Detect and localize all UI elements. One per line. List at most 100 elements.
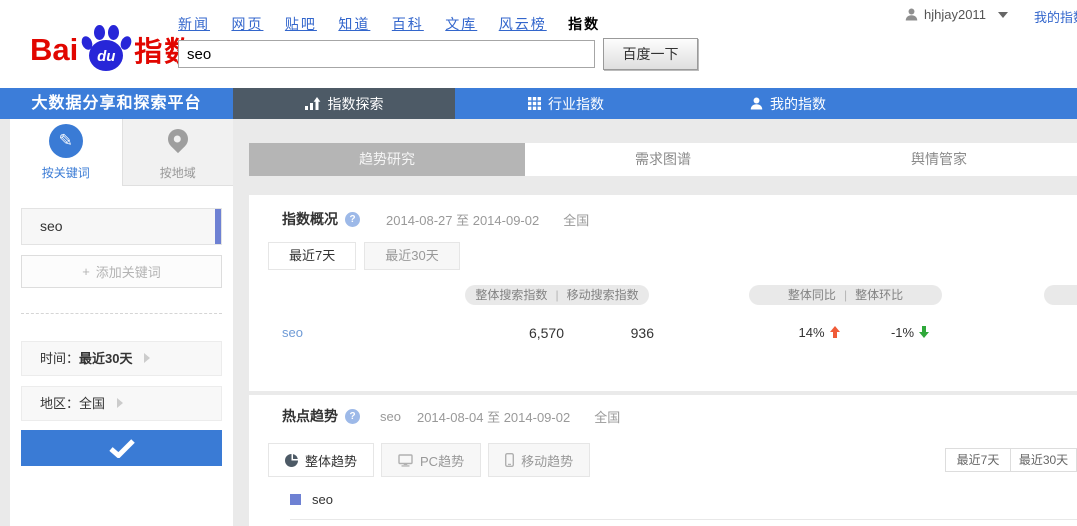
dashed-divider bbox=[21, 313, 222, 314]
legend-color-swatch bbox=[290, 494, 301, 505]
metric-group-comparison: 整体同比|整体环比 bbox=[749, 285, 942, 305]
map-pin-icon bbox=[161, 124, 195, 158]
pencil-icon: ✎ bbox=[49, 124, 83, 158]
trend-range-last30days[interactable]: 最近30天 bbox=[1011, 448, 1077, 472]
mobile-phone-icon bbox=[505, 453, 514, 467]
monitor-icon bbox=[398, 454, 413, 467]
tab-trend-research[interactable]: 趋势研究 bbox=[249, 143, 525, 176]
grid-icon bbox=[528, 97, 541, 110]
overview-data-row: seo 6,570 936 14% -1% bbox=[249, 318, 1077, 348]
add-keyword-button[interactable]: + 添加关键词 bbox=[21, 255, 222, 288]
navbar-tab-label: 我的指数 bbox=[770, 94, 826, 114]
nav-link-zhidao[interactable]: 知道 bbox=[338, 16, 370, 32]
range-tab-last30days[interactable]: 最近30天 bbox=[364, 242, 459, 270]
logo-du-text: du bbox=[89, 48, 123, 65]
trend-view-tabs: 整体趋势 PC趋势 移动趋势 bbox=[268, 443, 597, 477]
navbar-tab-label: 行业指数 bbox=[548, 94, 604, 114]
metric-label-yoy: 整体同比 bbox=[788, 288, 836, 302]
username[interactable]: hjhjay2011 bbox=[924, 7, 986, 22]
caret-right-icon bbox=[117, 398, 123, 408]
keyword-item[interactable]: seo bbox=[21, 208, 222, 245]
user-icon bbox=[905, 8, 918, 21]
yoy-value: 14% bbox=[774, 318, 864, 348]
chart-top-border bbox=[290, 519, 1077, 520]
range-tab-last7days[interactable]: 最近7天 bbox=[268, 242, 356, 270]
sidebar-tab-label: 按关键词 bbox=[42, 164, 90, 181]
trend-range-buttons: 最近7天 最近30天 bbox=[945, 448, 1077, 472]
time-filter-value: 最近30天 bbox=[79, 351, 132, 366]
keyword-label: seo bbox=[40, 218, 63, 234]
trend-date-range: 2014-08-04 至 2014-09-02 bbox=[417, 407, 570, 426]
trend-tab-label: 移动趋势 bbox=[521, 451, 573, 470]
metric-pill-partial bbox=[1044, 285, 1077, 305]
nav-link-wenku[interactable]: 文库 bbox=[445, 16, 477, 32]
keyword-series-color-bar bbox=[215, 209, 221, 244]
metric-group-search-index: 整体搜索指数|移动搜索指数 bbox=[465, 285, 649, 305]
overview-title: 指数概况 bbox=[282, 209, 338, 229]
pill-separator: | bbox=[836, 288, 855, 302]
navbar-tab-index-explore[interactable]: 指数探索 bbox=[233, 88, 455, 119]
primary-navbar: 大数据分享和探索平台 指数探索 行业指数 我的指数 bbox=[0, 88, 1077, 119]
navbar-tab-industry-index[interactable]: 行业指数 bbox=[455, 88, 677, 119]
legend-label: seo bbox=[312, 492, 333, 507]
overview-region: 全国 bbox=[563, 210, 589, 229]
plus-icon: + bbox=[82, 264, 90, 279]
overview-date-range: 2014-08-27 至 2014-09-02 bbox=[386, 210, 539, 229]
top-header: Bai du 指数 新闻 网页 贴吧 知道 百科 文库 风云榜 指数 百度一下 … bbox=[0, 0, 1077, 88]
tab-sentiment-manager[interactable]: 舆情管家 bbox=[801, 143, 1077, 176]
overall-search-index-value: 6,570 bbox=[429, 318, 564, 348]
chart-legend: seo bbox=[290, 492, 333, 507]
pie-chart-icon bbox=[285, 454, 298, 467]
overview-range-tabs: 最近7天 最近30天 bbox=[268, 242, 468, 270]
top-nav: 新闻 网页 贴吧 知道 百科 文库 风云榜 指数 bbox=[178, 14, 617, 34]
trend-title: 热点趋势 bbox=[282, 406, 338, 426]
up-arrow-icon bbox=[830, 326, 840, 338]
nav-link-news[interactable]: 新闻 bbox=[178, 16, 210, 32]
hot-trend-panel: 热点趋势 ? seo 2014-08-04 至 2014-09-02 全国 整体… bbox=[249, 395, 1077, 526]
tab-pc-trend[interactable]: PC趋势 bbox=[381, 443, 481, 477]
my-index-link[interactable]: 我的指数 bbox=[1034, 7, 1077, 26]
search-input[interactable] bbox=[178, 40, 595, 68]
metric-label-overall-search: 整体搜索指数 bbox=[475, 288, 547, 302]
help-icon[interactable]: ? bbox=[345, 409, 360, 424]
nav-link-web[interactable]: 网页 bbox=[231, 16, 263, 32]
help-icon[interactable]: ? bbox=[345, 212, 360, 227]
tab-mobile-trend[interactable]: 移动趋势 bbox=[488, 443, 590, 477]
trend-keyword: seo bbox=[380, 409, 401, 424]
nav-link-zhishu-current: 指数 bbox=[568, 16, 600, 32]
tab-demand-graph[interactable]: 需求图谱 bbox=[525, 143, 801, 176]
baidu-search-button[interactable]: 百度一下 bbox=[603, 38, 698, 70]
nav-link-fengyunbang[interactable]: 风云榜 bbox=[499, 16, 547, 32]
row-keyword-link[interactable]: seo bbox=[282, 318, 303, 348]
trend-tab-label: PC趋势 bbox=[420, 451, 464, 470]
trend-tab-label: 整体趋势 bbox=[305, 451, 357, 470]
bar-chart-icon bbox=[305, 97, 321, 110]
down-arrow-icon bbox=[919, 326, 929, 338]
navbar-tab-label: 指数探索 bbox=[328, 94, 384, 114]
metric-label-mom: 整体环比 bbox=[855, 288, 903, 302]
region-filter[interactable]: 地区：全国 bbox=[21, 386, 222, 421]
confirm-search-button[interactable] bbox=[21, 430, 222, 466]
region-filter-label: 地区： bbox=[40, 396, 79, 411]
trend-header: 热点趋势 ? seo 2014-08-04 至 2014-09-02 全国 bbox=[282, 406, 620, 426]
tab-overall-trend[interactable]: 整体趋势 bbox=[268, 443, 374, 477]
time-filter[interactable]: 时间：最近30天 bbox=[21, 341, 222, 376]
region-filter-value: 全国 bbox=[79, 396, 105, 411]
metric-label-mobile-search: 移动搜索指数 bbox=[567, 288, 639, 302]
sidebar-mode-tabs: ✎ 按关键词 按地域 bbox=[10, 119, 233, 186]
navbar-tab-my-index[interactable]: 我的指数 bbox=[677, 88, 899, 119]
nav-link-tieba[interactable]: 贴吧 bbox=[285, 16, 317, 32]
sidebar-tab-by-region[interactable]: 按地域 bbox=[122, 119, 234, 186]
nav-link-baike[interactable]: 百科 bbox=[392, 16, 424, 32]
checkmark-icon bbox=[109, 439, 135, 458]
trend-range-last7days[interactable]: 最近7天 bbox=[945, 448, 1011, 472]
index-overview-panel: 指数概况 ? 2014-08-27 至 2014-09-02 全国 最近7天 最… bbox=[249, 195, 1077, 391]
main-section-tabs: 趋势研究 需求图谱 舆情管家 bbox=[249, 143, 1077, 176]
mom-value: -1% bbox=[867, 318, 953, 348]
baidu-index-logo[interactable]: Bai du 指数 bbox=[30, 24, 194, 74]
user-area: hjhjay2011 bbox=[905, 7, 1008, 22]
time-filter-label: 时间： bbox=[40, 351, 79, 366]
sidebar-tab-by-keyword[interactable]: ✎ 按关键词 bbox=[10, 119, 122, 186]
caret-down-icon[interactable] bbox=[998, 12, 1008, 18]
baidu-index-page: Bai du 指数 新闻 网页 贴吧 知道 百科 文库 风云榜 指数 百度一下 … bbox=[0, 0, 1077, 526]
